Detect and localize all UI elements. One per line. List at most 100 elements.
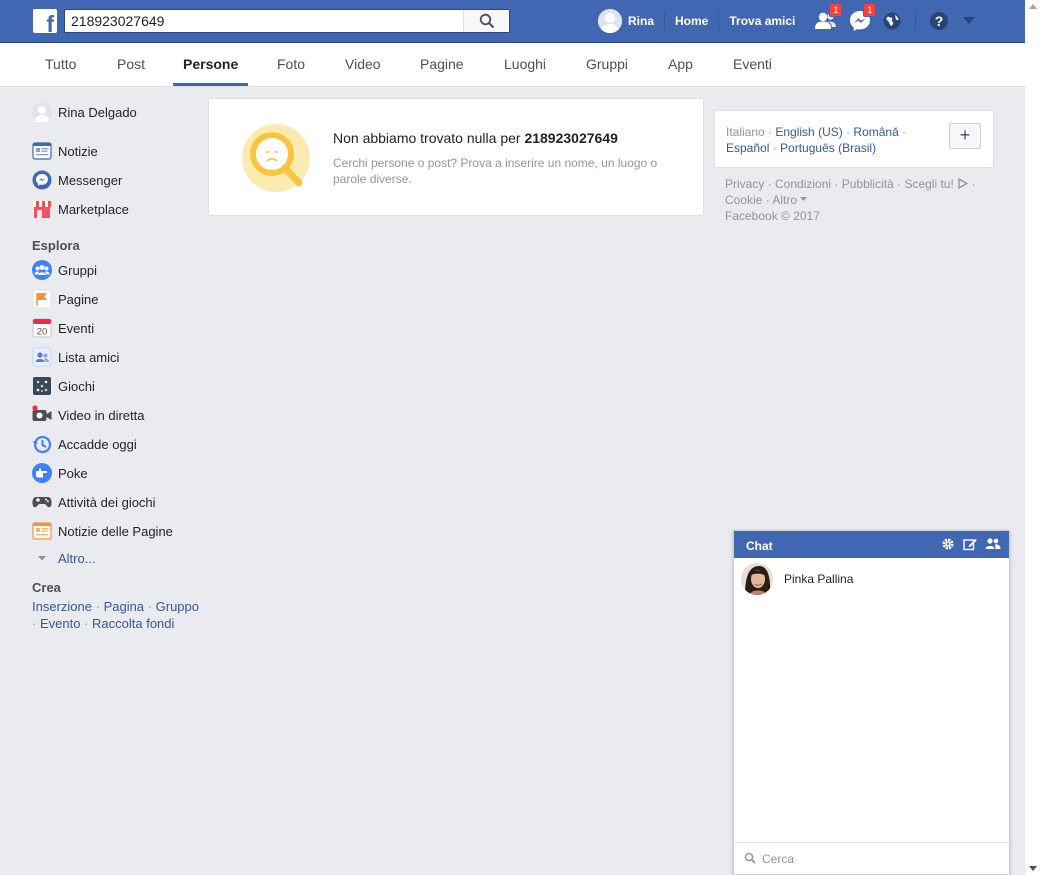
- tab-posts[interactable]: Post: [117, 43, 145, 86]
- explore-heading: Esplora: [32, 238, 80, 253]
- sidebar-item-label: Giochi: [58, 378, 95, 394]
- create-fundraiser-link[interactable]: Raccolta fondi: [92, 616, 174, 631]
- create-page-link[interactable]: Pagina: [104, 599, 144, 614]
- cookies-link[interactable]: Cookie: [725, 193, 762, 207]
- sidebar-item-groups[interactable]: Gruppi: [32, 259, 97, 281]
- sidebar-item-news-feed[interactable]: Notizie: [32, 140, 98, 162]
- sidebar-item-friend-lists[interactable]: Lista amici: [32, 346, 119, 368]
- help-button[interactable]: ?: [928, 10, 950, 32]
- chat-title: Chat: [746, 539, 773, 553]
- ad-choices-link[interactable]: Scegli tu!: [904, 177, 953, 191]
- friend-requests-button[interactable]: 1: [815, 3, 843, 32]
- scroll-down-arrow-icon[interactable]: [1029, 866, 1037, 871]
- language-link[interactable]: Español: [726, 141, 769, 155]
- create-event-link[interactable]: Evento: [40, 616, 80, 631]
- no-results-title-prefix: Non abbiamo trovato nulla per: [333, 130, 525, 146]
- avatar: [741, 563, 773, 595]
- calendar-icon: 20: [32, 318, 52, 338]
- language-selector: Italiano · English (US) · Română · Españ…: [714, 110, 994, 168]
- games-icon: [32, 376, 52, 396]
- account-menu-button[interactable]: [958, 10, 980, 32]
- avatar[interactable]: [598, 9, 622, 33]
- help-icon: ?: [930, 12, 949, 30]
- sidebar-item-label: Poke: [58, 465, 88, 481]
- sidebar-more-link[interactable]: Altro...: [32, 547, 96, 569]
- no-results-card: Non abbiamo trovato nulla per 2189230276…: [208, 98, 704, 216]
- create-ad-link[interactable]: Inserzione: [32, 599, 92, 614]
- sidebar-item-label: Lista amici: [58, 349, 120, 365]
- terms-link[interactable]: Condizioni: [775, 177, 831, 191]
- sidebar-item-game-activity[interactable]: Attività dei giochi: [32, 491, 156, 513]
- find-friends-link[interactable]: Trova amici: [729, 14, 795, 28]
- language-link[interactable]: Português (Brasil): [780, 141, 876, 155]
- add-language-button[interactable]: +: [949, 123, 981, 149]
- sidebar-item-live-video[interactable]: Video in diretta: [32, 404, 145, 426]
- sidebar-item-messenger[interactable]: Messenger: [32, 169, 122, 191]
- notifications-button[interactable]: [881, 10, 903, 32]
- sidebar-item-pokes[interactable]: Poke: [32, 462, 88, 484]
- home-link[interactable]: Home: [675, 14, 708, 28]
- language-link[interactable]: Română: [853, 125, 898, 139]
- tab-photos[interactable]: Foto: [277, 43, 305, 86]
- tab-videos[interactable]: Video: [345, 43, 381, 86]
- sidebar-item-label: Video in diretta: [58, 407, 145, 423]
- sidebar-item-label: Pagine: [58, 291, 99, 307]
- more-link[interactable]: Altro: [772, 193, 797, 207]
- sidebar-item-on-this-day[interactable]: Accadde oggi: [32, 433, 137, 455]
- top-right-nav: Rina Home Trova amici 1 1 ?: [598, 0, 980, 42]
- sidebar-item-marketplace[interactable]: Marketplace: [32, 198, 129, 220]
- poke-hand-icon: [32, 463, 52, 483]
- sidebar-item-label: Eventi: [58, 320, 95, 336]
- privacy-link[interactable]: Privacy: [725, 177, 764, 191]
- sidebar-item-pages[interactable]: Pagine: [32, 288, 98, 310]
- sidebar-item-games[interactable]: Giochi: [32, 375, 95, 397]
- caret-down-icon: [32, 548, 52, 568]
- language-list: Italiano · English (US) · Română · Españ…: [726, 125, 907, 155]
- sidebar-item-profile[interactable]: Rina Delgado: [32, 101, 137, 125]
- sidebar-item-pages-feed[interactable]: Notizie delle Pagine: [32, 520, 173, 542]
- chat-contact-name: Pinka Pallina: [784, 572, 854, 586]
- sidebar-item-events[interactable]: 20 Eventi: [32, 317, 94, 339]
- create-group-icon[interactable]: [985, 537, 1001, 551]
- messages-badge: 1: [863, 3, 877, 17]
- scroll-up-arrow-icon[interactable]: [1029, 4, 1037, 9]
- tab-apps[interactable]: App: [668, 43, 693, 86]
- facebook-logo-icon[interactable]: f: [33, 9, 57, 36]
- pages-feed-icon: [32, 521, 52, 541]
- tab-people[interactable]: Persone: [172, 43, 249, 86]
- divider: [664, 11, 666, 31]
- page-scrollbar[interactable]: [1025, 0, 1040, 875]
- advertising-link[interactable]: Pubblicità: [842, 177, 894, 191]
- ad-choices-icon: [958, 177, 969, 190]
- tab-all[interactable]: Tutto: [45, 43, 76, 86]
- search-button[interactable]: [463, 10, 509, 32]
- history-clock-icon: [32, 434, 52, 454]
- gear-icon[interactable]: [941, 537, 955, 551]
- chat-search-input[interactable]: [760, 849, 994, 869]
- friend-requests-badge: 1: [829, 3, 843, 17]
- messages-button[interactable]: 1: [849, 3, 877, 32]
- new-message-icon[interactable]: [963, 537, 977, 551]
- tab-groups[interactable]: Gruppi: [586, 43, 628, 86]
- create-group-link[interactable]: Gruppo: [156, 599, 199, 614]
- top-bar: f Rina Home Trova amici 1 1 ?: [0, 0, 1025, 43]
- sidebar-item-label: Accadde oggi: [58, 436, 137, 452]
- default-avatar-icon: [598, 9, 622, 33]
- chat-contact[interactable]: Pinka Pallina: [741, 563, 1003, 595]
- language-link[interactable]: English (US): [775, 125, 842, 139]
- caret-down-icon: [800, 197, 808, 201]
- sidebar-item-label: Marketplace: [58, 201, 129, 217]
- search-icon: [479, 13, 494, 29]
- chat-header[interactable]: Chat: [734, 531, 1009, 558]
- search-icon: [744, 852, 756, 864]
- sidebar-item-label: Notizie: [58, 143, 98, 159]
- create-heading: Crea: [32, 580, 61, 595]
- messenger-icon: [32, 170, 52, 190]
- tab-places[interactable]: Luoghi: [504, 43, 546, 86]
- tab-events[interactable]: Eventi: [733, 43, 772, 86]
- tab-pages[interactable]: Pagine: [420, 43, 464, 86]
- profile-link[interactable]: Rina: [628, 14, 654, 28]
- search-input[interactable]: [65, 10, 465, 32]
- chat-sidebar: Chat Pinka Pallina: [733, 530, 1010, 875]
- sidebar-more-label: Altro...: [58, 550, 96, 566]
